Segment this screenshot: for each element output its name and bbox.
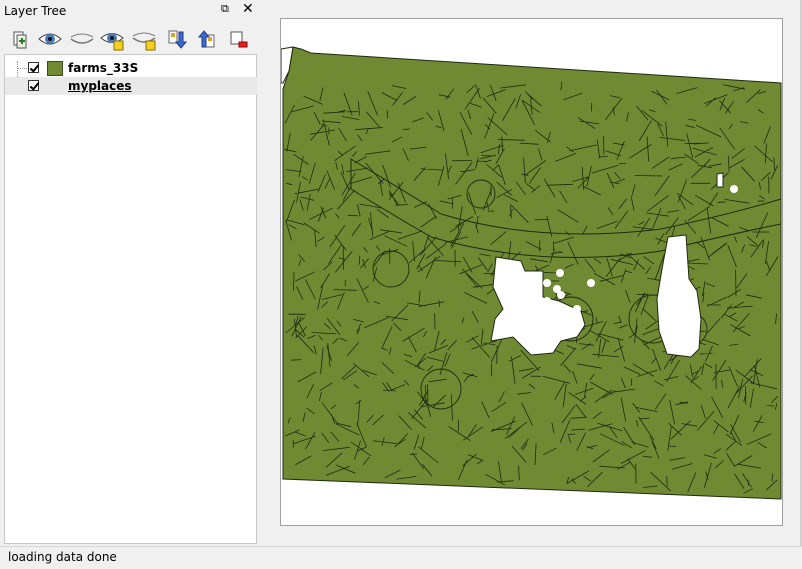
map-canvas[interactable]	[280, 18, 783, 526]
close-dock-icon[interactable]: ✕	[242, 1, 254, 17]
show-all-icon	[38, 33, 62, 45]
layer-visibility-checkbox[interactable]	[28, 80, 39, 91]
place-point[interactable]	[587, 279, 595, 287]
layer-tree-dock: Layer Tree ⧉ ✕ farms_33S myplaces	[0, 0, 262, 546]
remove-layer-icon	[230, 31, 248, 48]
show-all-button[interactable]	[38, 27, 62, 51]
layer-label: myplaces	[68, 79, 132, 93]
layer-tree[interactable]: farms_33S myplaces	[4, 54, 257, 544]
dock-title: Layer Tree	[4, 4, 67, 18]
place-point[interactable]	[556, 269, 564, 277]
place-point[interactable]	[543, 279, 551, 287]
map-view[interactable]	[281, 19, 782, 525]
hide-selected-button[interactable]	[132, 27, 156, 51]
show-selected-icon	[100, 33, 124, 51]
place-point[interactable]	[573, 305, 581, 313]
place-point[interactable]	[730, 185, 738, 193]
show-selected-button[interactable]	[100, 27, 124, 51]
layer-row-farms[interactable]: farms_33S	[5, 59, 257, 77]
place-point[interactable]	[543, 297, 551, 305]
move-up-button[interactable]	[196, 27, 220, 51]
add-group-button[interactable]	[8, 27, 32, 51]
hide-selected-icon	[132, 32, 156, 51]
place-point[interactable]	[557, 291, 565, 299]
float-dock-icon[interactable]: ⧉	[221, 2, 229, 16]
map-notch	[716, 172, 724, 188]
move-down-icon	[168, 30, 188, 49]
status-bar: loading data done	[0, 546, 802, 569]
layer-row-myplaces[interactable]: myplaces	[5, 77, 257, 95]
hide-all-button[interactable]	[70, 27, 94, 51]
status-text: loading data done	[8, 550, 117, 564]
hide-all-icon	[70, 33, 94, 44]
add-group-icon	[13, 31, 27, 49]
remove-layer-button[interactable]	[226, 27, 250, 51]
layer-label: farms_33S	[68, 61, 139, 75]
move-up-icon	[197, 30, 215, 48]
move-down-button[interactable]	[164, 27, 188, 51]
layer-visibility-checkbox[interactable]	[28, 62, 39, 73]
layer-symbol-swatch	[47, 61, 63, 76]
